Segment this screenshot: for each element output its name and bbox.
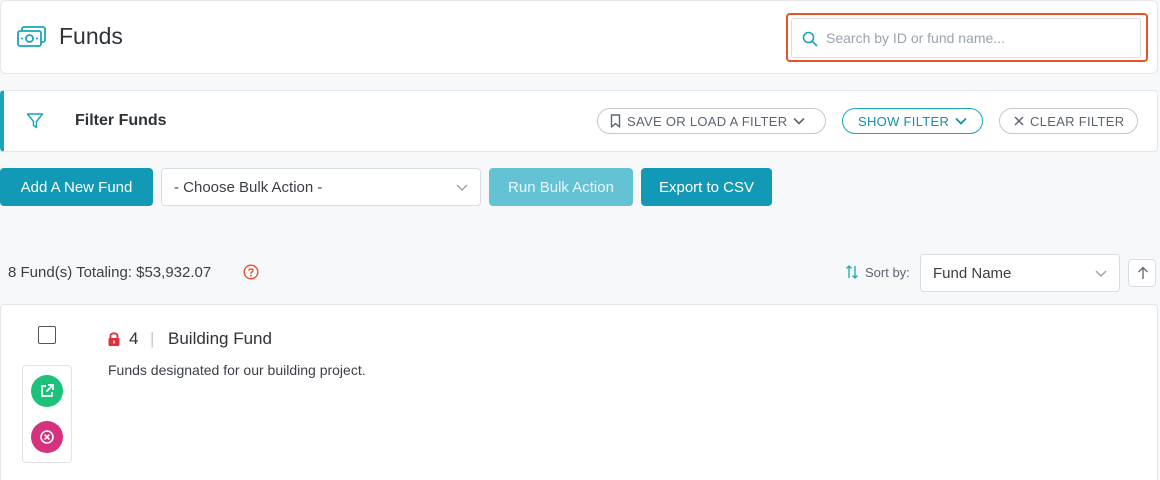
- bulk-action-select[interactable]: - Choose Bulk Action -: [161, 168, 481, 206]
- clear-filter-button[interactable]: CLEAR FILTER: [999, 108, 1138, 134]
- show-filter-button[interactable]: SHOW FILTER: [842, 108, 983, 134]
- money-icon: [17, 26, 46, 47]
- search-box[interactable]: [791, 18, 1141, 58]
- fund-separator: |: [150, 329, 155, 348]
- search-icon: [802, 31, 818, 47]
- arrow-up-icon: [1138, 266, 1148, 279]
- sort-label: Sort by:: [865, 265, 910, 280]
- lock-icon: [108, 332, 120, 346]
- help-icon[interactable]: [243, 264, 259, 280]
- chevron-down-icon: [1095, 270, 1107, 277]
- sort-value: Fund Name: [933, 264, 1012, 282]
- fund-card: 4 | Building Fund Funds designated for o…: [0, 304, 1158, 480]
- run-bulk-action-button[interactable]: Run Bulk Action: [489, 168, 633, 206]
- show-filter-label: SHOW FILTER: [858, 113, 950, 129]
- export-csv-button[interactable]: Export to CSV: [641, 168, 772, 206]
- fund-id: 4: [129, 329, 139, 348]
- fund-name[interactable]: Building Fund: [168, 329, 272, 349]
- chevron-down-icon: [793, 117, 805, 125]
- add-fund-button[interactable]: Add A New Fund: [0, 168, 153, 206]
- delete-fund-button[interactable]: [31, 421, 63, 453]
- page-title: Funds: [59, 23, 123, 49]
- sort-select[interactable]: Fund Name: [920, 254, 1120, 292]
- bookmark-icon: [610, 114, 621, 128]
- save-load-filter-button[interactable]: SAVE OR LOAD A FILTER: [597, 108, 826, 134]
- close-icon: [1014, 116, 1024, 126]
- chevron-down-icon: [456, 184, 468, 191]
- fund-select-checkbox[interactable]: [38, 326, 56, 344]
- chevron-down-icon: [955, 117, 967, 125]
- filter-title: Filter Funds: [75, 112, 167, 129]
- funds-summary: 8 Fund(s) Totaling: $53,932.07: [8, 264, 212, 281]
- bulk-action-value: - Choose Bulk Action -: [174, 178, 323, 196]
- clear-filter-label: CLEAR FILTER: [1030, 113, 1125, 129]
- filter-icon: [26, 113, 44, 129]
- sort-icon: [846, 265, 858, 279]
- fund-description: Funds designated for our building projec…: [108, 362, 366, 378]
- open-fund-button[interactable]: [31, 375, 63, 407]
- fund-actions: [22, 365, 72, 463]
- delete-icon: [40, 430, 54, 444]
- search-input[interactable]: [826, 20, 1126, 56]
- page-header: Funds: [0, 0, 1158, 74]
- external-link-icon: [41, 384, 54, 397]
- sort-direction-button[interactable]: [1128, 259, 1156, 287]
- filter-bar: Filter Funds SAVE OR LOAD A FILTER SHOW …: [0, 90, 1158, 152]
- save-load-filter-label: SAVE OR LOAD A FILTER: [627, 113, 788, 129]
